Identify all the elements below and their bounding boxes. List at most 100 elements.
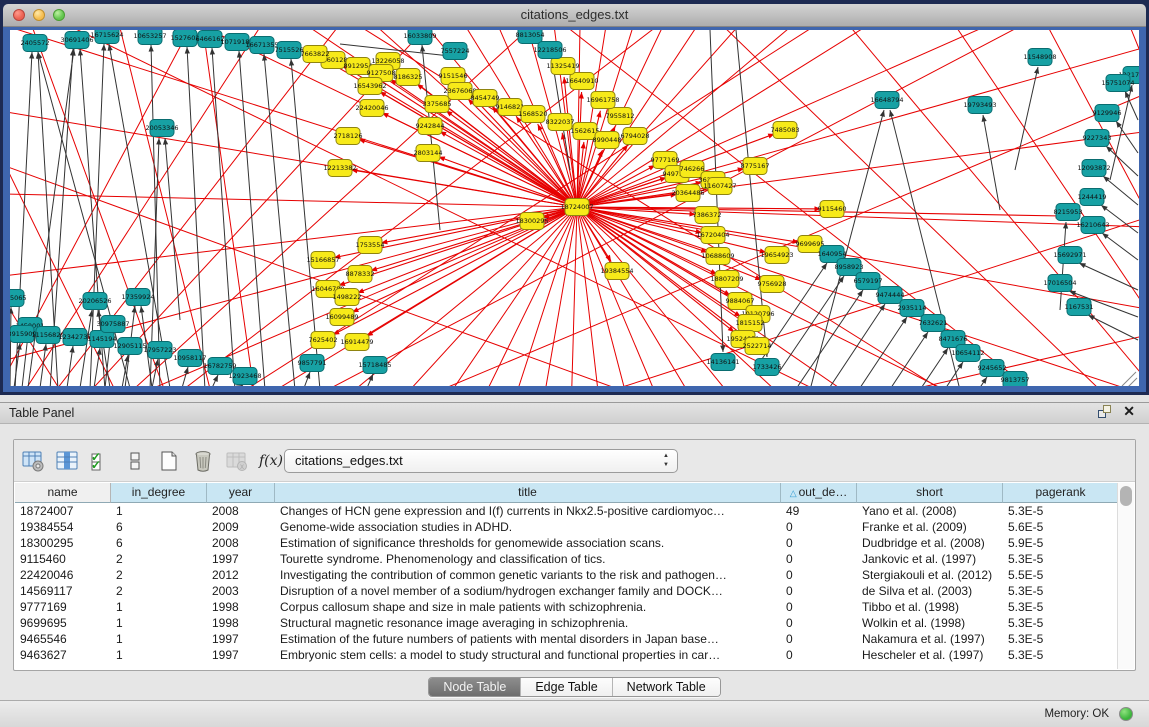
graph-node[interactable]: 6579197 [854,273,883,290]
graph-node[interactable]: 2935114 [898,300,927,317]
graph-node[interactable]: 7632621 [919,315,948,332]
graph-node[interactable]: 17957223 [143,342,176,359]
graph-node[interactable]: 20053346 [145,120,178,137]
black-edge[interactable] [212,48,235,386]
graph-node[interactable]: 19654923 [760,247,793,264]
resize-grip-icon[interactable] [1122,372,1136,386]
graph-node[interactable]: 1568520 [519,106,548,123]
graph-node[interactable]: 11548908 [1023,49,1056,66]
red-edge[interactable] [444,207,577,386]
graph-node[interactable]: 1167531 [1065,299,1094,316]
table-scrollbar-thumb[interactable] [1120,486,1132,506]
column-header-short[interactable]: short [857,483,1003,503]
tab-edge-table[interactable]: Edge Table [521,678,612,696]
graph-node[interactable]: 16640910 [565,73,598,90]
graph-node[interactable]: 7485083 [771,122,800,139]
graph-node[interactable]: 17359924 [121,289,154,306]
black-edge[interactable] [842,317,907,386]
table-row[interactable]: 1830029562008Estimation of significance … [15,535,1117,551]
graph-node[interactable]: 10654112 [951,345,984,362]
graph-node[interactable]: 12218506 [533,42,566,59]
graph-node[interactable]: 16720404 [696,227,729,244]
table-row[interactable]: 2242004622012Investigating the contribut… [15,567,1117,583]
black-edge[interactable] [239,51,265,386]
graph-node[interactable]: 19793493 [963,97,996,114]
network-canvas[interactable]: 1872400788601288912954132260589127508165… [10,30,1139,386]
graph-node[interactable]: 2522714 [743,338,772,355]
graph-node[interactable]: 30975887 [96,316,129,333]
delete-row-button[interactable] [188,446,218,476]
table-settings-button[interactable] [18,446,48,476]
tab-node-table[interactable]: Node Table [429,678,521,696]
black-edge[interactable] [187,47,205,386]
graph-node[interactable]: 1145194 [88,331,117,348]
black-edge[interactable] [1110,85,1132,180]
graph-node[interactable]: 9813757 [1001,372,1030,387]
select-columns-button[interactable] [52,446,82,476]
black-edge[interactable] [779,276,844,372]
black-edge[interactable] [1079,263,1138,290]
red-edge[interactable] [555,207,577,386]
graph-node[interactable]: 9115460 [818,201,847,218]
graph-node[interactable]: 2803144 [414,145,443,162]
graph-node[interactable]: 7557224 [441,43,470,60]
black-edge[interactable] [109,44,170,386]
graph-node[interactable]: 11607427 [703,178,736,195]
graph-node[interactable]: 7515526 [275,42,304,59]
new-table-button[interactable] [154,446,184,476]
graph-node[interactable]: 7663822 [301,46,330,63]
graph-node[interactable]: 16648794 [870,92,903,109]
graph-node[interactable]: 16210643 [1076,217,1109,234]
graph-node[interactable]: 18807209 [710,271,743,288]
graph-node[interactable]: 1815152 [736,315,765,332]
graph-node[interactable]: 15718485 [358,357,391,374]
graph-node[interactable]: 7625402 [309,332,338,349]
graph-node[interactable]: 9129946 [1093,105,1122,122]
graph-node[interactable]: 9151546 [439,68,468,85]
graph-node[interactable]: 16033809 [403,30,436,45]
table-row[interactable]: 946362711997Embryonic stem cells: a mode… [15,647,1117,663]
black-edge[interactable] [1060,222,1066,310]
graph-node[interactable]: 1753554 [356,237,385,254]
function-builder-button[interactable]: f(x) [256,446,286,476]
graph-node[interactable]: 8990448 [593,132,622,149]
black-edge[interactable] [883,348,948,386]
toggle-columns-check-button[interactable]: ✓✓ [86,446,116,476]
graph-node[interactable]: 8775167 [741,158,770,175]
zoom-window-icon[interactable] [53,9,65,21]
column-header-in_degree[interactable]: in_degree [111,483,207,503]
black-edge[interactable] [1106,146,1138,176]
column-header-pagerank[interactable]: pagerank [1003,483,1117,503]
black-edge[interactable] [10,307,11,386]
graph-node[interactable]: 10958117 [173,350,206,367]
graph-node[interactable]: 16961758 [586,92,619,109]
graph-node[interactable]: 6794028 [621,128,650,145]
graph-node[interactable]: 20206526 [78,293,111,310]
graph-node[interactable]: 3375685 [423,96,452,113]
graph-node[interactable]: 11325419 [546,58,579,75]
graph-node[interactable]: 9227343 [1083,130,1112,147]
black-edge[interactable] [264,54,295,386]
graph-node[interactable]: 30691406 [60,32,93,49]
table-row[interactable]: 969969511998Structural magnetic resonanc… [15,615,1117,631]
graph-node[interactable]: 17016504 [1043,275,1076,292]
table-select-dropdown[interactable]: citations_edges.txt ▲▼ [284,449,678,473]
graph-node[interactable]: 16715624 [90,30,123,44]
black-edge[interactable] [1102,233,1138,260]
graph-node[interactable]: 15751074 [1101,75,1134,92]
graph-node[interactable]: 19384554 [600,263,633,280]
close-window-icon[interactable] [13,9,25,21]
table-row[interactable]: 911546021997Tourette syndrome. Phenomeno… [15,551,1117,567]
graph-node[interactable]: 8186325 [394,69,423,86]
black-edge[interactable] [863,332,928,386]
graph-node[interactable]: 7386372 [693,207,722,224]
graph-node[interactable]: 9474444 [876,287,905,304]
graph-node[interactable]: 16543962 [353,78,386,95]
graph-node[interactable]: 12093872 [1077,160,1110,177]
graph-node[interactable]: 18300295 [515,213,548,230]
black-edge[interactable] [1103,176,1138,205]
graph-node[interactable]: 16782759 [203,358,236,375]
graph-node[interactable]: 9857791 [298,355,327,372]
graph-node[interactable]: 16914479 [340,334,373,351]
graph-node[interactable]: 9245652 [978,360,1007,377]
